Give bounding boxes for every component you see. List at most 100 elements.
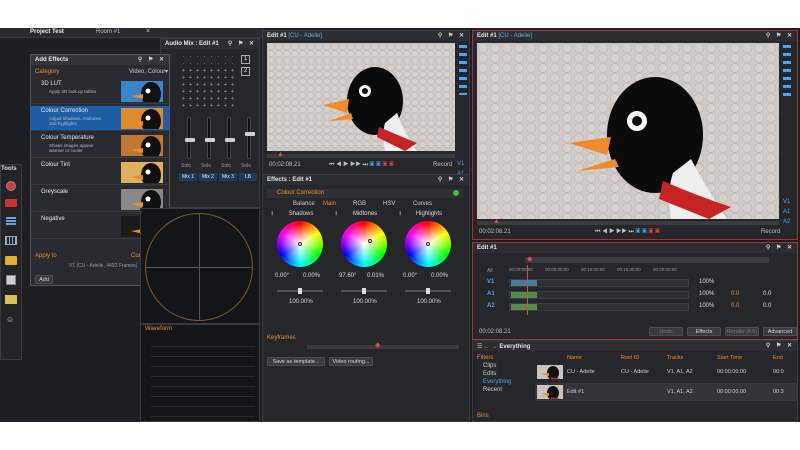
timeline-zoom-marker-icon[interactable]: ◆ [527,255,532,263]
effect-enabled-icon[interactable] [453,190,459,196]
routing-cell[interactable]: · [202,55,207,60]
routing-cell[interactable]: · [209,62,214,67]
routing-cell[interactable]: + [230,104,235,109]
routing-cell[interactable]: + [181,90,186,95]
record-scrubber[interactable] [477,221,779,225]
timeline-timecode[interactable]: 00:02:08.21 [479,329,511,335]
panel-controls-icon[interactable]: ⚲ ⚑ ✕ [438,176,466,183]
project-tab[interactable]: Project Test [30,29,64,35]
source-track-v1[interactable]: V1 [457,161,464,167]
colour-wheel[interactable] [277,221,323,267]
routing-cell[interactable]: + [230,83,235,88]
timeline-button[interactable]: Render (FX) [725,327,759,336]
slider-knob[interactable] [298,288,302,294]
routing-cell[interactable]: + [181,104,186,109]
routing-cell[interactable]: + [188,90,193,95]
routing-cell[interactable]: + [230,90,235,95]
video-routing-button[interactable]: Video routing... [329,357,373,366]
routing-cell[interactable]: · [216,55,221,60]
timeline-zoom-bar[interactable] [525,257,769,263]
routing-cell[interactable]: + [223,90,228,95]
source-side-tools[interactable] [459,45,467,95]
track-header[interactable]: V1 [487,279,494,285]
bin-filter-item[interactable]: Recent [483,387,502,393]
routing-cell[interactable]: · [223,55,228,60]
routing-cell[interactable]: + [202,76,207,81]
track-header[interactable]: A1 [487,291,495,297]
room-tab[interactable]: Room #1 [96,29,120,35]
panel-controls-icon[interactable]: ⚲ ⚑ ✕ [228,40,256,47]
routing-cell[interactable]: · [230,62,235,67]
routing-num-1[interactable]: 1 [241,55,250,64]
routing-cell[interactable]: · [202,62,207,67]
bin-filter-item[interactable]: Edits [483,371,496,377]
routing-cell[interactable]: + [195,97,200,102]
bin-column-header[interactable]: Start Time [717,355,742,361]
record-transport-controls[interactable]: ⏮ ◀ ▶ ▶▶ ⏭ ▣ ▣ ▣ ▣ [595,229,660,236]
routing-cell[interactable]: + [223,104,228,109]
routing-cell[interactable]: + [230,76,235,81]
routing-cell[interactable]: + [216,90,221,95]
routing-cell[interactable]: + [188,76,193,81]
folder-icon[interactable] [5,256,17,265]
routing-cell[interactable]: + [230,69,235,74]
record-tool-icon[interactable] [6,181,16,191]
routing-cell[interactable]: + [181,97,186,102]
panel-controls-icon[interactable]: ⚲ ⚑ ✕ [766,342,794,349]
record-playhead-icon[interactable]: ▲ [493,218,500,225]
routing-cell[interactable]: · [216,62,221,67]
keyframe-marker-icon[interactable]: ◆ [375,341,380,349]
source-record-button[interactable]: Record [433,162,452,168]
routing-cell[interactable]: · [209,55,214,60]
fader-knob[interactable] [185,138,195,142]
export-icon[interactable] [5,295,17,304]
bin-column-header[interactable]: Reel ID [621,355,639,361]
routing-cell[interactable]: + [216,97,221,102]
wheel-sat-value[interactable]: 0.01% [367,273,384,279]
routing-cell[interactable]: + [202,90,207,95]
routing-num-2[interactable]: 2 [241,67,250,76]
routing-cell[interactable]: + [209,90,214,95]
clipboard-icon[interactable] [6,275,16,285]
effect-item[interactable]: Colour Tint [31,160,169,185]
close-icon[interactable]: × [146,28,150,35]
bin-filter-item[interactable]: Clips [483,363,496,369]
routing-cell[interactable]: + [223,69,228,74]
routing-cell[interactable]: + [195,76,200,81]
slider-knob[interactable] [426,288,430,294]
wheel-hue-value[interactable]: 0.00° [275,273,289,279]
routing-cell[interactable]: + [202,97,207,102]
bin-column-header[interactable]: Tracks [667,355,683,361]
fader-knob[interactable] [205,138,215,142]
save-template-button[interactable]: Save as template... [267,357,325,366]
track-gain[interactable]: 100% [699,291,714,297]
routing-cell[interactable]: + [209,76,214,81]
routing-cell[interactable]: + [195,83,200,88]
fader-knob[interactable] [225,138,235,142]
record-side-tools[interactable] [783,45,791,101]
effect-tab[interactable]: HSV [383,201,395,207]
bin-row[interactable]: CU - Adelie CU - Adelie V1, A1, A2 00:00:00… [535,363,797,381]
effect-item[interactable]: 3D LUT Apply 3D look up tables [31,79,169,104]
routing-cell[interactable]: + [181,83,186,88]
routing-cell[interactable]: · [230,55,235,60]
routing-cell[interactable]: · [181,62,186,67]
routing-cell[interactable]: + [195,90,200,95]
routing-cell[interactable]: · [181,55,186,60]
audio-routing-grid[interactable]: · · · · · · · · · · · · · · · · + + + + + + + + + + + + + + + + + + + + + + + +… [181,55,237,115]
source-video-frame[interactable] [267,43,455,151]
track-pan-value[interactable]: 0.0 [731,303,739,309]
track-gain[interactable]: 100% [699,279,714,285]
panel-controls-icon[interactable]: ⚲ ⚑ ✕ [138,56,166,63]
category-select[interactable]: Video, Colour [129,69,165,75]
wheel-level-value[interactable]: 100.00% [289,299,313,305]
record-track-v1[interactable]: V1 [783,199,790,205]
effect-tab[interactable]: RGB [353,201,366,207]
colour-wheel[interactable] [405,221,451,267]
timeline-button[interactable]: Undo [649,327,683,336]
wheel-level-value[interactable]: 100.00% [417,299,441,305]
routing-cell[interactable]: + [216,83,221,88]
routing-cell[interactable]: + [181,69,186,74]
track-pan-value[interactable]: 0.0 [731,291,739,297]
routing-cell[interactable]: · [195,55,200,60]
